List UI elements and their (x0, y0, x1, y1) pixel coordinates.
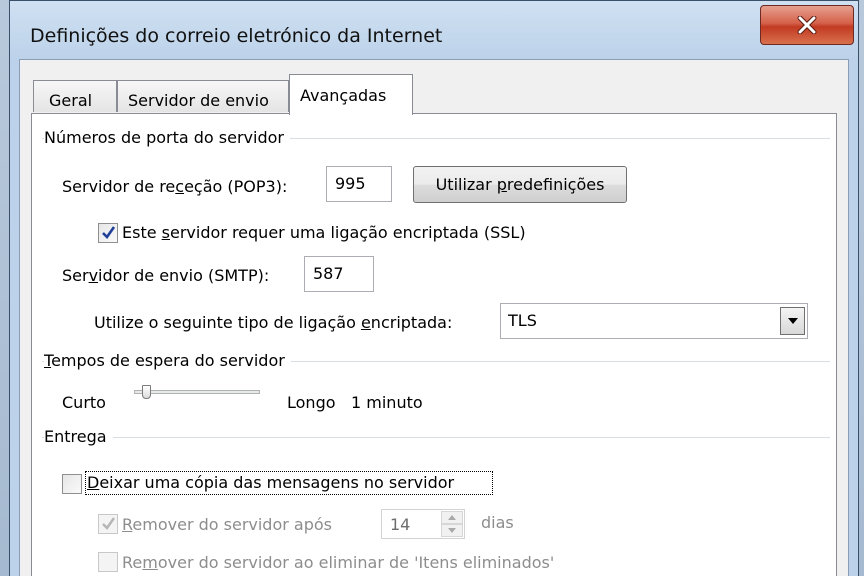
days-unit-label: dias (481, 513, 514, 532)
spin-up-button[interactable] (441, 511, 463, 524)
encryption-type-value: TLS (508, 311, 537, 330)
tab-geral[interactable]: Geral (33, 80, 117, 112)
slider-track (134, 390, 260, 394)
spin-buttons (441, 511, 463, 537)
remove-deleted-label[interactable]: Remover do servidor ao eliminar de 'Iten… (122, 553, 554, 572)
chevron-down-icon (448, 528, 456, 533)
delivery-group-label: Entrega (44, 427, 113, 446)
tab-page-avancadas: Números de porta do servidor Servidor de… (31, 113, 837, 576)
use-defaults-button[interactable]: Utilizar predefinições (413, 166, 627, 203)
slider-long-label: Longo (287, 393, 336, 412)
ssl-label[interactable]: Este servidor requer uma ligação encript… (122, 223, 526, 242)
days-value: 14 (390, 515, 411, 534)
remove-deleted-checkbox[interactable] (98, 552, 118, 572)
close-button[interactable] (760, 5, 854, 45)
tab-label: Avançadas (300, 86, 387, 105)
close-icon (797, 16, 817, 34)
remove-after-label[interactable]: Remover do servidor após (122, 515, 332, 534)
remove-after-checkbox[interactable] (98, 514, 118, 534)
chevron-up-icon (448, 515, 456, 520)
dialog-title: Definições do correio eletrónico da Inte… (30, 25, 443, 47)
group-divider (42, 437, 830, 438)
incoming-server-label: Servidor de receção (POP3): (62, 177, 288, 196)
slider-thumb[interactable] (142, 385, 152, 399)
remove-after-days-stepper[interactable]: 14 (381, 509, 465, 539)
spin-down-button[interactable] (441, 524, 463, 537)
tab-label: Servidor de envio (128, 91, 269, 110)
incoming-port-input[interactable]: 995 (326, 166, 392, 202)
chevron-down-icon (787, 318, 798, 324)
ports-group-label: Números de porta do servidor (44, 128, 290, 147)
leave-copy-checkbox[interactable] (62, 474, 82, 494)
outgoing-server-label: Servidor de envio (SMTP): (62, 266, 270, 285)
leave-copy-label[interactable]: Deixar uma cópia das mensagens no servid… (87, 473, 454, 492)
tab-label: Geral (49, 91, 93, 110)
timeout-slider[interactable] (132, 385, 262, 406)
dialog-body: Geral Servidor de envio Avançadas Número… (19, 59, 849, 576)
checkmark-icon (102, 517, 115, 530)
encryption-type-select[interactable]: TLS (500, 303, 808, 339)
tab-servidor-de-envio[interactable]: Servidor de envio (117, 80, 289, 112)
encryption-type-label: Utilize o seguinte tipo de ligação encri… (94, 313, 453, 332)
settings-dialog: Definições do correio eletrónico da Inte… (9, 0, 859, 576)
ssl-checkbox[interactable] (98, 223, 118, 243)
timeout-value: 1 minuto (351, 393, 423, 412)
outgoing-port-input[interactable]: 587 (304, 256, 374, 292)
slider-short-label: Curto (62, 393, 106, 412)
tab-avancadas[interactable]: Avançadas (289, 74, 413, 115)
dropdown-button[interactable] (780, 307, 805, 335)
title-bar: Definições do correio eletrónico da Inte… (10, 1, 858, 59)
timeouts-group-label: Tempos de espera do servidor (44, 351, 291, 370)
checkmark-icon (102, 226, 116, 240)
